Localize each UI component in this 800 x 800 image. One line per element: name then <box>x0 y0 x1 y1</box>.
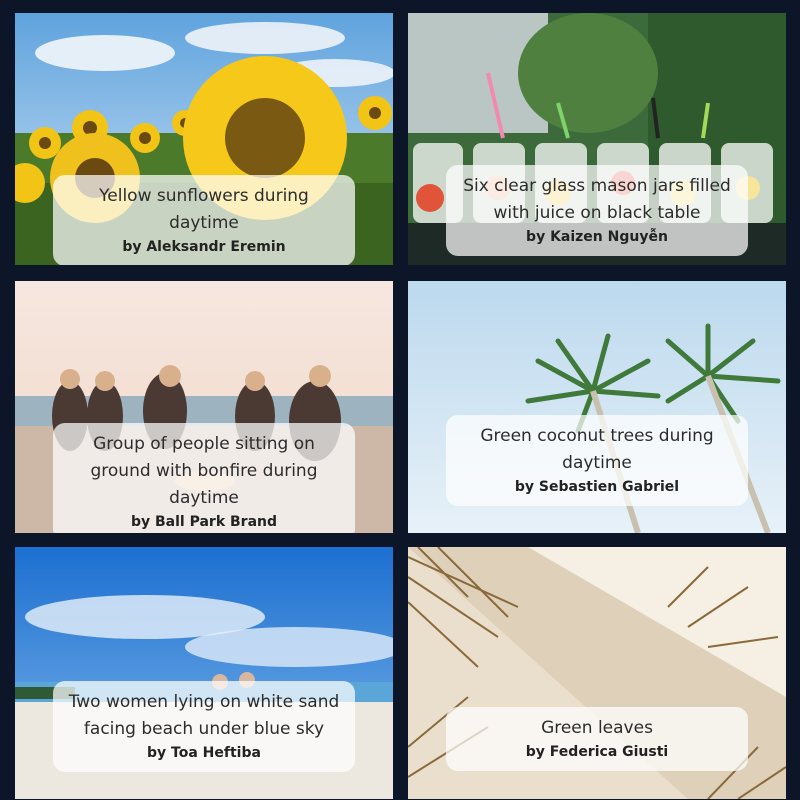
photo-card-beach-women[interactable]: Two women lying on white sand facing bea… <box>15 547 393 799</box>
photo-author: by Aleksandr Eremin <box>122 239 286 255</box>
photo-author: by Kaizen Nguyễn <box>526 229 668 245</box>
photo-title: Group of people sitting on ground with b… <box>90 434 318 508</box>
photo-title: Two women lying on white sand facing bea… <box>68 692 340 739</box>
photo-author: by Ball Park Brand <box>130 514 278 530</box>
photo-caption: Six clear glass mason jars filled with j… <box>446 165 748 256</box>
photo-title: Six clear glass mason jars filled with j… <box>463 176 731 223</box>
photo-author: by Toa Heftiba <box>147 745 261 761</box>
photo-caption: Group of people sitting on ground with b… <box>53 423 355 533</box>
photo-title: Green coconut trees during daytime <box>480 426 714 473</box>
photo-card-sunflowers[interactable]: Yellow sunflowers during daytime by Alek… <box>15 13 393 265</box>
photo-card-mason-jars[interactable]: Six clear glass mason jars filled with j… <box>408 13 786 265</box>
photo-caption: Green coconut trees during daytime by Se… <box>446 415 748 506</box>
photo-title: Yellow sunflowers during daytime <box>99 186 309 233</box>
photo-title: Green leaves <box>541 718 653 738</box>
photo-author: by Sebastien Gabriel <box>514 479 680 495</box>
photo-author: by Federica Giusti <box>525 744 669 760</box>
photo-card-bonfire-group[interactable]: Group of people sitting on ground with b… <box>15 281 393 533</box>
photo-card-coconut-trees[interactable]: Green coconut trees during daytime by Se… <box>408 281 786 533</box>
photo-card-green-leaves[interactable]: Green leaves by Federica Giusti <box>408 547 786 799</box>
photo-caption: Yellow sunflowers during daytime by Alek… <box>53 175 355 265</box>
photo-caption: Green leaves by Federica Giusti <box>446 707 748 771</box>
photo-caption: Two women lying on white sand facing bea… <box>53 681 355 772</box>
photo-gallery: Yellow sunflowers during daytime by Alek… <box>0 0 800 800</box>
